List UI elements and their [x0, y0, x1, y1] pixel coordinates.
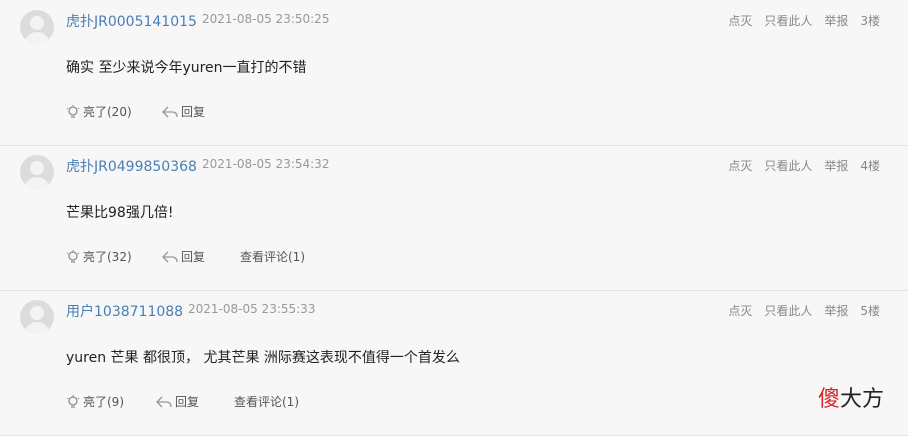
reply-post: 用户1038711088 2021-08-05 23:55:33 点灭 只看此人…	[0, 290, 908, 436]
post-content: 芒果比98强几倍!	[66, 205, 174, 221]
username-link[interactable]: 虎扑JR0499850368	[66, 156, 197, 176]
avatar[interactable]	[20, 300, 54, 334]
floor-number: 5楼	[860, 304, 880, 318]
light-bulb-icon	[66, 104, 80, 118]
post-content: 确实 至少来说今年yuren一直打的不错	[66, 60, 307, 76]
post-time: 2021-08-05 23:55:33	[188, 302, 316, 316]
watermark-black-chars: 大方	[840, 387, 885, 412]
like-button[interactable]: 亮了(32)	[66, 248, 162, 265]
light-bulb-icon	[66, 394, 80, 408]
post-actions: 亮了(9) 回复 查看评论(1)	[66, 393, 299, 410]
like-button[interactable]: 亮了(9)	[66, 393, 156, 410]
light-bulb-icon	[66, 249, 80, 263]
like-count: 亮了(20)	[83, 105, 132, 119]
floor-number: 4楼	[860, 159, 880, 173]
watermark-logo: 傻大方	[818, 381, 884, 413]
floor-number: 3楼	[860, 14, 880, 28]
post-content: yuren 芒果 都很顶， 尤其芒果 洲际赛这表现不值得一个首发么	[66, 350, 460, 366]
post-time: 2021-08-05 23:50:25	[202, 12, 330, 26]
reply-button[interactable]: 回复	[162, 103, 240, 120]
reply-button[interactable]: 回复	[156, 393, 234, 410]
report-button[interactable]: 举报	[824, 302, 848, 319]
dislike-button[interactable]: 点灭	[728, 12, 752, 29]
reply-arrow-icon	[162, 106, 178, 117]
username-link[interactable]: 虎扑JR0005141015	[66, 11, 197, 31]
post-actions: 亮了(20) 回复	[66, 103, 240, 120]
report-button[interactable]: 举报	[824, 157, 848, 174]
reply-label: 回复	[181, 105, 206, 119]
post-time: 2021-08-05 23:54:32	[202, 157, 330, 171]
like-count: 亮了(9)	[83, 395, 124, 409]
reply-button[interactable]: 回复	[162, 248, 240, 265]
reply-arrow-icon	[162, 251, 178, 262]
like-button[interactable]: 亮了(20)	[66, 103, 162, 120]
post-ops: 点灭 只看此人 举报 3楼	[728, 12, 880, 29]
view-comments-label: 查看评论(1)	[240, 250, 305, 264]
only-this-user-button[interactable]: 只看此人	[764, 302, 812, 319]
like-count: 亮了(32)	[83, 250, 132, 264]
reply-label: 回复	[175, 395, 200, 409]
view-comments-label: 查看评论(1)	[234, 395, 299, 409]
username-link[interactable]: 用户1038711088	[66, 301, 183, 321]
dislike-button[interactable]: 点灭	[728, 157, 752, 174]
avatar[interactable]	[20, 10, 54, 44]
view-comments-button[interactable]: 查看评论(1)	[240, 248, 305, 265]
only-this-user-button[interactable]: 只看此人	[764, 12, 812, 29]
only-this-user-button[interactable]: 只看此人	[764, 157, 812, 174]
view-comments-button[interactable]: 查看评论(1)	[234, 393, 299, 410]
reply-label: 回复	[181, 250, 206, 264]
reply-post: 虎扑JR0005141015 2021-08-05 23:50:25 点灭 只看…	[0, 0, 908, 146]
report-button[interactable]: 举报	[824, 12, 848, 29]
dislike-button[interactable]: 点灭	[728, 302, 752, 319]
watermark-red-char: 傻	[818, 387, 841, 412]
post-ops: 点灭 只看此人 举报 4楼	[728, 157, 880, 174]
post-actions: 亮了(32) 回复 查看评论(1)	[66, 248, 305, 265]
reply-post: 虎扑JR0499850368 2021-08-05 23:54:32 点灭 只看…	[0, 145, 908, 291]
post-ops: 点灭 只看此人 举报 5楼	[728, 302, 880, 319]
avatar[interactable]	[20, 155, 54, 189]
reply-arrow-icon	[156, 396, 172, 407]
